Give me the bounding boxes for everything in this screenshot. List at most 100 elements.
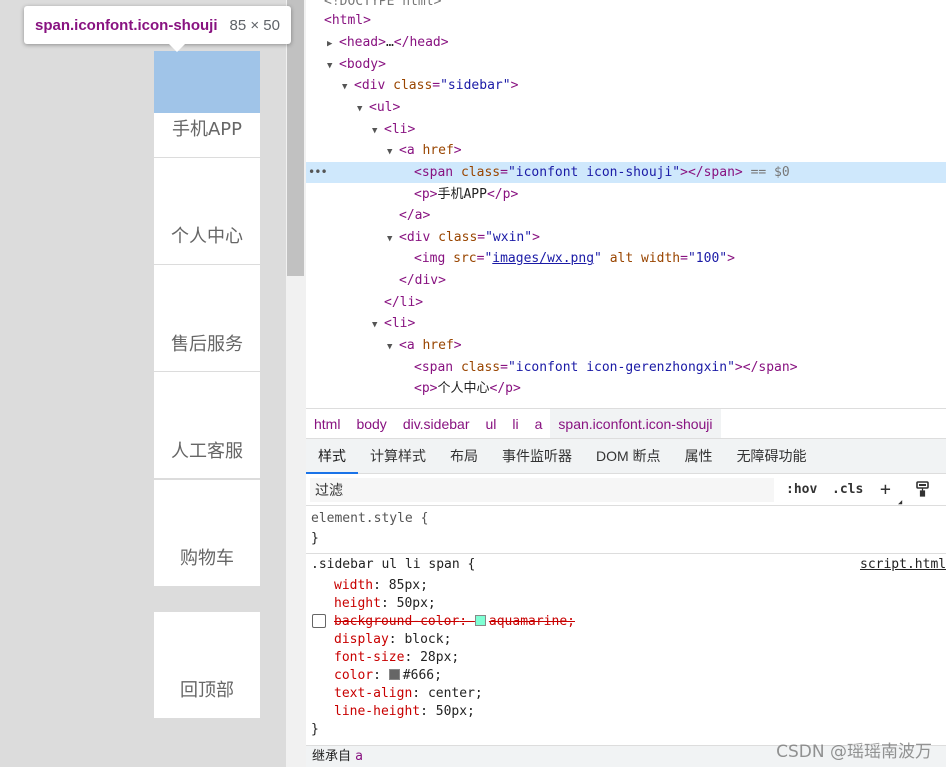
collapse-triangle-icon[interactable]: ▼: [387, 142, 399, 163]
tooltip-selector: span.iconfont.icon-shouji: [35, 16, 218, 34]
attr-name: class: [460, 165, 501, 180]
collapse-triangle-icon[interactable]: ▼: [372, 121, 384, 142]
breadcrumb-body[interactable]: body: [348, 409, 394, 439]
collapse-triangle-icon[interactable]: ▼: [372, 315, 384, 336]
tab-dom-breakpoints[interactable]: DOM 断点: [584, 439, 673, 474]
dom-node-span-2[interactable]: <span class="iconfont icon-gerenzhongxin…: [306, 357, 946, 378]
prop-name: text-align: [334, 686, 413, 701]
breadcrumb-li[interactable]: li: [504, 409, 526, 439]
sidebar-item-after-sales[interactable]: 售后服务: [154, 265, 260, 371]
dom-node-div-wxin[interactable]: ▼ <div class="wxin">: [306, 227, 946, 248]
prop-line-height[interactable]: line-height: 50px;: [334, 703, 475, 721]
element-style-selector[interactable]: element.style {: [311, 510, 428, 528]
breadcrumb-div-sidebar[interactable]: div.sidebar: [395, 409, 478, 439]
dom-node-li-2[interactable]: ▼ <li>: [306, 313, 946, 334]
sidebar-item-app[interactable]: 手机APP: [154, 51, 260, 157]
tag-text: >: [453, 143, 462, 158]
dom-node-html[interactable]: <html>: [306, 10, 946, 31]
prop-font-size[interactable]: font-size: 28px;: [334, 649, 459, 667]
prop-value[interactable]: block;: [404, 632, 451, 647]
tab-event-listeners[interactable]: 事件监听器: [490, 439, 584, 474]
color-swatch-aquamarine[interactable]: [474, 615, 486, 626]
dom-node-a-close[interactable]: </a>: [306, 205, 946, 226]
breadcrumb-html[interactable]: html: [306, 409, 348, 439]
new-rule-button[interactable]: +: [880, 479, 891, 501]
collapse-triangle-icon[interactable]: ▼: [342, 77, 354, 98]
dom-node-head[interactable]: ▶ <head>…</head>: [306, 32, 946, 53]
inherited-label: 继承自: [312, 749, 352, 764]
breadcrumb-a[interactable]: a: [527, 409, 551, 439]
prop-value[interactable]: 85px;: [389, 578, 428, 593]
attr-value: "iconfont icon-gerenzhongxin": [507, 360, 735, 375]
rule-source-link[interactable]: script.html: [860, 556, 946, 574]
dom-node-a-2[interactable]: ▼ <a href>: [306, 335, 946, 356]
tag-text: </p>: [486, 187, 519, 202]
tag-text: ></span>: [680, 165, 743, 180]
tab-accessibility[interactable]: 无障碍功能: [725, 439, 819, 474]
tab-styles[interactable]: 样式: [306, 439, 358, 474]
sidebar-item-personal-center[interactable]: 个人中心: [154, 158, 260, 264]
prop-value[interactable]: 28px;: [420, 650, 459, 665]
dom-node-p-2[interactable]: <p>个人中心</p>: [306, 378, 946, 399]
prop-text-align[interactable]: text-align: center;: [334, 685, 483, 703]
prop-name: height: [334, 596, 381, 611]
tag-text: <html>: [324, 13, 371, 28]
dom-node-ul[interactable]: ▼ <ul>: [306, 97, 946, 118]
attr-name: class: [438, 230, 478, 245]
sidebar-item-customer-service[interactable]: 人工客服: [154, 372, 260, 478]
prop-name: font-size: [334, 650, 405, 665]
prop-enable-checkbox[interactable]: [312, 614, 326, 628]
prop-width[interactable]: width: 85px;: [334, 577, 428, 595]
inspected-element-highlight: [154, 51, 260, 113]
expand-triangle-icon[interactable]: ▶: [327, 34, 339, 55]
tab-computed[interactable]: 计算样式: [358, 439, 438, 474]
cls-toggle-button[interactable]: .cls: [832, 479, 863, 501]
tag-text: <span: [414, 165, 454, 180]
dom-node-a[interactable]: ▼ <a href>: [306, 140, 946, 161]
collapse-triangle-icon[interactable]: ▼: [387, 229, 399, 250]
tab-properties[interactable]: 属性: [673, 439, 725, 474]
tag-text: <head>: [339, 35, 386, 50]
color-swatch-666[interactable]: [388, 669, 400, 680]
prop-value[interactable]: center;: [428, 686, 483, 701]
dom-node-p[interactable]: <p>手机APP</p>: [306, 184, 946, 205]
dom-node-li-close[interactable]: </li>: [306, 292, 946, 313]
prop-background-color-disabled[interactable]: background-color: aquamarine;: [334, 613, 575, 631]
dom-node-div-close[interactable]: </div>: [306, 270, 946, 291]
sidebar-item-cart[interactable]: 购物车: [154, 480, 260, 586]
collapse-triangle-icon[interactable]: ▼: [387, 337, 399, 358]
prop-value[interactable]: #666;: [403, 668, 442, 683]
quote-text: ": [594, 251, 602, 266]
sidebar-item-back-to-top[interactable]: 回顶部: [154, 612, 260, 718]
img-src-link[interactable]: images/wx.png: [492, 251, 594, 266]
prop-value[interactable]: 50px;: [436, 704, 475, 719]
breadcrumb: html body div.sidebar ul li a span.iconf…: [306, 408, 946, 439]
tag-text: <p>: [414, 381, 438, 396]
tab-layout[interactable]: 布局: [438, 439, 490, 474]
rule-selector[interactable]: .sidebar ul li span {: [311, 556, 475, 574]
more-options-icon[interactable]: •••: [308, 162, 328, 183]
dom-node-div-sidebar[interactable]: ▼ <div class="sidebar">: [306, 75, 946, 96]
filter-input[interactable]: [310, 478, 774, 502]
prop-value[interactable]: aquamarine;: [489, 614, 575, 629]
eq-text: =: [477, 230, 486, 245]
collapse-triangle-icon[interactable]: ▼: [357, 99, 369, 120]
prop-value[interactable]: 50px;: [397, 596, 436, 611]
eq-text: =: [680, 251, 688, 266]
dom-node-body[interactable]: ▼ <body>: [306, 54, 946, 75]
inherited-tag-link[interactable]: a: [355, 749, 363, 764]
prop-height[interactable]: height: 50px;: [334, 595, 436, 613]
prop-color[interactable]: color: #666;: [334, 667, 442, 685]
breadcrumb-span-current[interactable]: span.iconfont.icon-shouji: [550, 408, 721, 439]
tag-text: <a: [399, 338, 415, 353]
styles-pane: element.style { } .sidebar ul li span { …: [306, 506, 946, 767]
collapse-triangle-icon[interactable]: ▼: [327, 56, 339, 77]
breadcrumb-ul[interactable]: ul: [477, 409, 504, 439]
dom-node-img[interactable]: <img src="images/wx.png" alt width="100"…: [306, 248, 946, 269]
paint-roller-icon[interactable]: [914, 480, 932, 498]
dom-node-span-selected[interactable]: ••• <span class="iconfont icon-shouji"></…: [306, 162, 946, 183]
dom-node-li[interactable]: ▼ <li>: [306, 119, 946, 140]
prop-display[interactable]: display: block;: [334, 631, 451, 649]
hov-toggle-button[interactable]: :hov: [786, 479, 817, 501]
doctype-text: <!DOCTYPE html>: [324, 0, 442, 9]
